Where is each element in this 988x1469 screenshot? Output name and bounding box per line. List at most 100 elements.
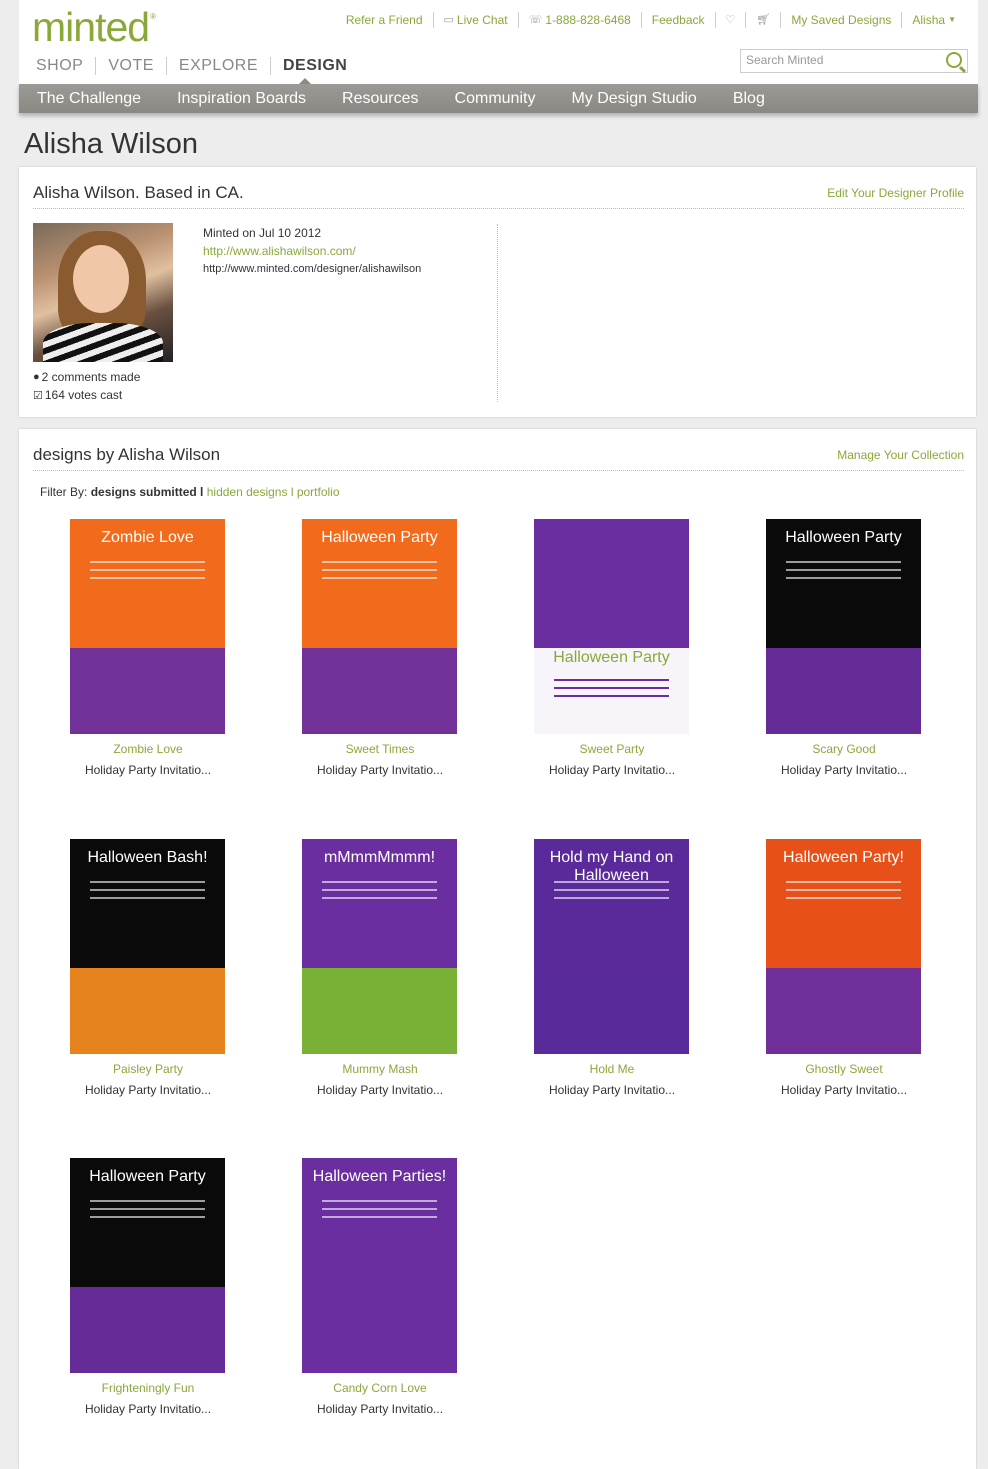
minted-date: Minted on Jul 10 2012: [203, 226, 322, 240]
subnav-community[interactable]: Community: [437, 84, 554, 113]
refer-friend-link[interactable]: Refer a Friend: [336, 12, 434, 28]
search-box: [740, 49, 968, 73]
search-input[interactable]: [741, 50, 941, 70]
thumbnail-band: [302, 648, 457, 734]
design-card[interactable]: mMmmMmmm! Mummy Mash Holiday Party Invitat…: [302, 839, 458, 1097]
subnav-inspiration-boards[interactable]: Inspiration Boards: [159, 84, 324, 113]
design-card[interactable]: Halloween Bash! Paisley Party Holiday Part…: [70, 839, 226, 1097]
page-title: Alisha Wilson: [24, 128, 199, 160]
design-name[interactable]: Ghostly Sweet: [766, 1062, 922, 1076]
manage-collection-link[interactable]: Manage Your Collection: [837, 448, 964, 462]
nav-shop[interactable]: SHOP: [36, 57, 97, 75]
design-card[interactable]: Halloween Party! Ghostly Sweet Holiday Par…: [766, 839, 922, 1097]
thumbnail-title: Halloween Party: [89, 1168, 206, 1185]
thumbnail-text-line: [90, 1208, 205, 1210]
phone-icon: ☏: [528, 14, 543, 26]
design-category: Holiday Party Invitatio...: [84, 1402, 212, 1416]
thumbnail-band: [766, 968, 921, 1054]
profile-heading: Alisha Wilson. Based in CA.: [33, 183, 244, 202]
design-name[interactable]: Scary Good: [766, 742, 922, 756]
subnav-my-design-studio[interactable]: My Design Studio: [553, 84, 714, 113]
thumbnail-text-line: [554, 695, 669, 697]
thumbnail-text-line: [90, 561, 205, 563]
design-card[interactable]: Halloween Party Frighteningly Fun Holiday …: [70, 1158, 226, 1416]
design-category: Holiday Party Invitatio...: [84, 1083, 212, 1097]
site-header: minted® Refer a Friend ▭ Live Chat ☏ 1-888…: [19, 0, 978, 84]
nav-explore[interactable]: EXPLORE: [167, 57, 271, 75]
thumbnail-text-line: [322, 881, 437, 883]
design-card[interactable]: Halloween Party Sweet Party Holiday Party …: [534, 519, 690, 777]
main-nav: SHOP VOTE EXPLORE DESIGN: [36, 57, 359, 84]
thumbnail-text-line: [322, 569, 437, 571]
design-name[interactable]: Mummy Mash: [302, 1062, 458, 1076]
saved-designs-link[interactable]: My Saved Designs: [781, 12, 903, 28]
search-icon[interactable]: [946, 52, 962, 68]
design-thumbnail[interactable]: Halloween Party: [766, 519, 921, 734]
thumbnail-band: [70, 968, 225, 1054]
thumbnail-text-line: [322, 561, 437, 563]
design-name[interactable]: Zombie Love: [70, 742, 226, 756]
thumbnail-text-line: [554, 687, 669, 689]
design-thumbnail[interactable]: Hold my Hand on Halloween: [534, 839, 689, 1054]
design-name[interactable]: Frighteningly Fun: [70, 1381, 226, 1395]
design-card[interactable]: Hold my Hand on Halloween Hold Me Holiday …: [534, 839, 690, 1097]
comment-icon: ●: [33, 371, 40, 383]
design-name[interactable]: Sweet Times: [302, 742, 458, 756]
website-link[interactable]: http://www.alishawilson.com/: [203, 244, 356, 258]
nav-vote[interactable]: VOTE: [96, 57, 167, 75]
subnav-the-challenge[interactable]: The Challenge: [19, 84, 159, 113]
subnav-resources[interactable]: Resources: [324, 84, 436, 113]
design-name[interactable]: Paisley Party: [70, 1062, 226, 1076]
design-category: Holiday Party Invitatio...: [316, 1083, 444, 1097]
design-card[interactable]: Zombie Love Zombie Love Holiday Party Invi…: [70, 519, 226, 777]
filter-portfolio[interactable]: portfolio: [297, 485, 340, 499]
comments-stat: ● 2 comments made: [33, 370, 141, 384]
thumbnail-text-line: [322, 1216, 437, 1218]
design-thumbnail[interactable]: Halloween Party!: [766, 839, 921, 1054]
design-thumbnail[interactable]: Halloween Party: [70, 1158, 225, 1373]
thumbnail-text-line: [786, 561, 901, 563]
thumbnail-band: [534, 968, 689, 1054]
design-thumbnail[interactable]: Zombie Love: [70, 519, 225, 734]
filter-bar: Filter By: designs submitted l hidden de…: [40, 485, 340, 499]
design-card[interactable]: Halloween Parties! Candy Corn Love Holiday…: [302, 1158, 458, 1416]
phone-link[interactable]: ☏ 1-888-828-6468: [519, 12, 642, 28]
design-category: Holiday Party Invitatio...: [548, 763, 676, 777]
design-name[interactable]: Sweet Party: [534, 742, 690, 756]
profile-header: Alisha Wilson. Based in CA. Edit Your De…: [33, 167, 964, 209]
thumbnail-band: [70, 1287, 225, 1373]
design-thumbnail[interactable]: Halloween Bash!: [70, 839, 225, 1054]
thumbnail-text-line: [554, 679, 669, 681]
thumbnail-text-line: [554, 897, 669, 899]
thumbnail-text-line: [322, 889, 437, 891]
cart-icon: 🛒︎: [756, 14, 771, 26]
thumbnail-text-line: [322, 897, 437, 899]
design-name[interactable]: Hold Me: [534, 1062, 690, 1076]
heart-icon: ♡: [725, 14, 736, 26]
design-card[interactable]: Halloween Party Sweet Times Holiday Party …: [302, 519, 458, 777]
design-card[interactable]: Halloween Party Scary Good Holiday Party I…: [766, 519, 922, 777]
thumbnail-title: Halloween Party: [321, 529, 438, 546]
thumbnail-title: Halloween Party: [785, 529, 902, 546]
cart-link[interactable]: 🛒︎: [746, 12, 782, 28]
filter-hidden-designs[interactable]: hidden designs: [207, 485, 288, 499]
feedback-link[interactable]: Feedback: [642, 12, 716, 28]
filter-designs-submitted[interactable]: designs submitted: [91, 485, 197, 499]
edit-profile-link[interactable]: Edit Your Designer Profile: [827, 186, 964, 200]
minted-profile-url: http://www.minted.com/designer/alishawil…: [203, 263, 422, 275]
user-menu[interactable]: Alisha ▼: [902, 12, 956, 28]
thumbnail-text-line: [554, 889, 669, 891]
live-chat-link[interactable]: ▭ Live Chat: [434, 12, 519, 28]
design-thumbnail[interactable]: Halloween Party: [302, 519, 457, 734]
design-thumbnail[interactable]: Halloween Parties!: [302, 1158, 457, 1373]
design-thumbnail[interactable]: mMmmMmmm!: [302, 839, 457, 1054]
design-name[interactable]: Candy Corn Love: [302, 1381, 458, 1395]
thumbnail-text-line: [90, 1216, 205, 1218]
nav-design[interactable]: DESIGN: [271, 57, 359, 84]
chat-bubble-icon: ▭: [443, 14, 454, 26]
subnav-blog[interactable]: Blog: [715, 84, 783, 113]
minted-logo[interactable]: minted®: [32, 4, 156, 51]
favorites-link[interactable]: ♡: [716, 12, 747, 28]
thumbnail-text-line: [90, 569, 205, 571]
design-thumbnail[interactable]: Halloween Party: [534, 519, 689, 734]
